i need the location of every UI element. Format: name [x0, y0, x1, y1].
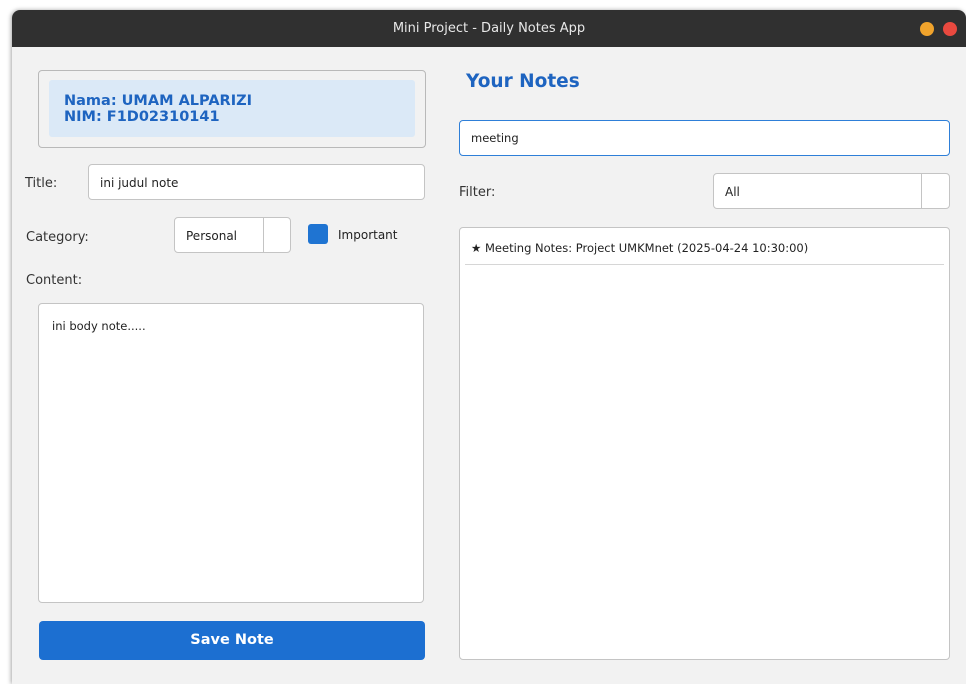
category-dropdown-arrow[interactable] [263, 218, 292, 252]
app-window: Mini Project - Daily Notes App Nama: UMA… [12, 10, 966, 684]
category-select-value: Personal [186, 229, 238, 243]
student-nim: NIM: F1D02310141 [64, 109, 220, 125]
note-title: Meeting Notes: Project UMKMnet (2025-04-… [485, 241, 809, 255]
category-label: Category: [26, 230, 89, 245]
title-bar[interactable]: Mini Project - Daily Notes App [12, 10, 966, 47]
identity-panel: Nama: UMAM ALPARIZI NIM: F1D02310141 [38, 70, 426, 148]
minimize-button[interactable] [920, 22, 934, 36]
search-input-value: meeting [471, 131, 519, 145]
important-checkbox[interactable] [308, 224, 328, 244]
window-title: Mini Project - Daily Notes App [392, 21, 586, 36]
content-textarea[interactable]: ini body note..... [38, 303, 424, 603]
filter-select[interactable]: All [713, 173, 950, 209]
filter-select-value: All [725, 185, 740, 199]
star-icon: ★ [471, 241, 482, 255]
category-select[interactable]: Personal [174, 217, 291, 253]
search-input[interactable]: meeting [459, 120, 950, 156]
title-label: Title: [25, 176, 58, 191]
filter-dropdown-arrow[interactable] [921, 174, 950, 208]
title-input-value: ini judul note [100, 176, 179, 190]
notes-heading: Your Notes [466, 71, 580, 92]
content-textarea-value: ini body note..... [52, 319, 146, 333]
filter-label: Filter: [459, 185, 496, 200]
student-name: Nama: UMAM ALPARIZI [64, 93, 253, 109]
identity-card: Nama: UMAM ALPARIZI NIM: F1D02310141 [49, 80, 415, 137]
list-item[interactable]: ★ Meeting Notes: Project UMKMnet (2025-0… [465, 233, 944, 265]
title-input[interactable]: ini judul note [88, 164, 425, 200]
important-label: Important [338, 228, 398, 242]
close-button[interactable] [943, 22, 957, 36]
save-note-button[interactable]: Save Note [39, 621, 425, 660]
notes-list: ★ Meeting Notes: Project UMKMnet (2025-0… [459, 227, 950, 660]
content-label: Content: [26, 273, 83, 288]
